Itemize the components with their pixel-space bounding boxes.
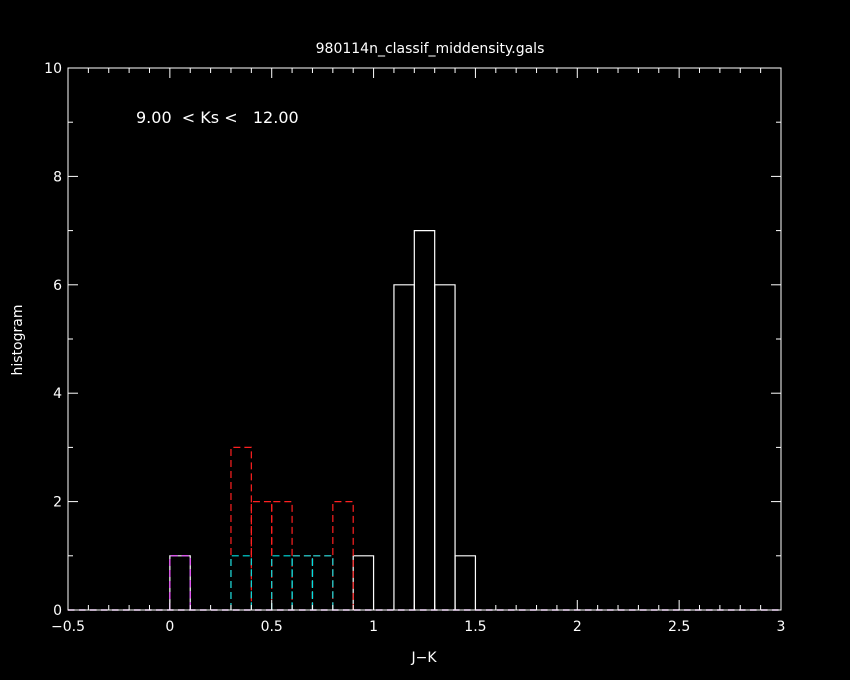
series-2-bar-0 xyxy=(169,555,191,610)
series-2-bar-3 xyxy=(291,555,314,610)
x-tick-label: 1.5 xyxy=(464,619,486,635)
x-axis-label: J−K xyxy=(410,650,437,666)
series-2-bar-2 xyxy=(271,555,293,610)
x-tick-label: 0 xyxy=(165,619,174,635)
series-1-bar-1 xyxy=(230,446,252,610)
x-tick-label: 2 xyxy=(573,619,582,635)
series-1-bar-4 xyxy=(291,555,314,610)
histogram-chart: 980114n_classif_middensity.gals 9.00 < K… xyxy=(10,41,785,666)
series-0-bar-0 xyxy=(169,555,191,610)
series-2-bar-4 xyxy=(311,555,334,610)
y-tick-label: 6 xyxy=(53,278,62,294)
series-2-bar-1 xyxy=(230,555,252,610)
series-1 xyxy=(68,446,781,611)
series-0 xyxy=(68,230,781,611)
series-1-bar-0 xyxy=(169,555,191,610)
series-1-bar-2 xyxy=(250,501,273,610)
x-tick-label: 2.5 xyxy=(668,619,690,635)
x-tick-label: 1 xyxy=(369,619,378,635)
series-0-bar-4 xyxy=(434,284,456,610)
series-3 xyxy=(68,555,781,611)
ks-range-annotation: 9.00 < Ks < 12.00 xyxy=(136,108,299,127)
y-tick-label: 4 xyxy=(53,386,62,402)
y-axis-label: histogram xyxy=(10,305,26,376)
series-0-bar-3 xyxy=(413,230,436,610)
series-3-bar-0 xyxy=(169,555,191,610)
y-tick-label: 8 xyxy=(53,169,62,185)
x-tick-label: 3 xyxy=(777,619,786,635)
series-0-bar-2 xyxy=(393,284,415,610)
series-1-bar-5 xyxy=(311,555,334,610)
x-tick-label: −0.5 xyxy=(51,619,85,635)
plot-area: −0.5 0 0.5 1 1.5 2 2.5 30246810 xyxy=(44,61,785,635)
series-0-bar-1 xyxy=(352,555,375,610)
chart-title: 980114n_classif_middensity.gals xyxy=(316,41,545,57)
y-tick-label: 10 xyxy=(44,61,62,77)
y-tick-label: 0 xyxy=(53,603,62,619)
plot-frame xyxy=(67,67,782,611)
series-1-bar-6 xyxy=(332,501,354,610)
series-0-bar-5 xyxy=(454,555,477,610)
x-tick-label: 0.5 xyxy=(261,619,283,635)
y-tick-label: 2 xyxy=(53,495,62,511)
series-2 xyxy=(68,555,781,611)
